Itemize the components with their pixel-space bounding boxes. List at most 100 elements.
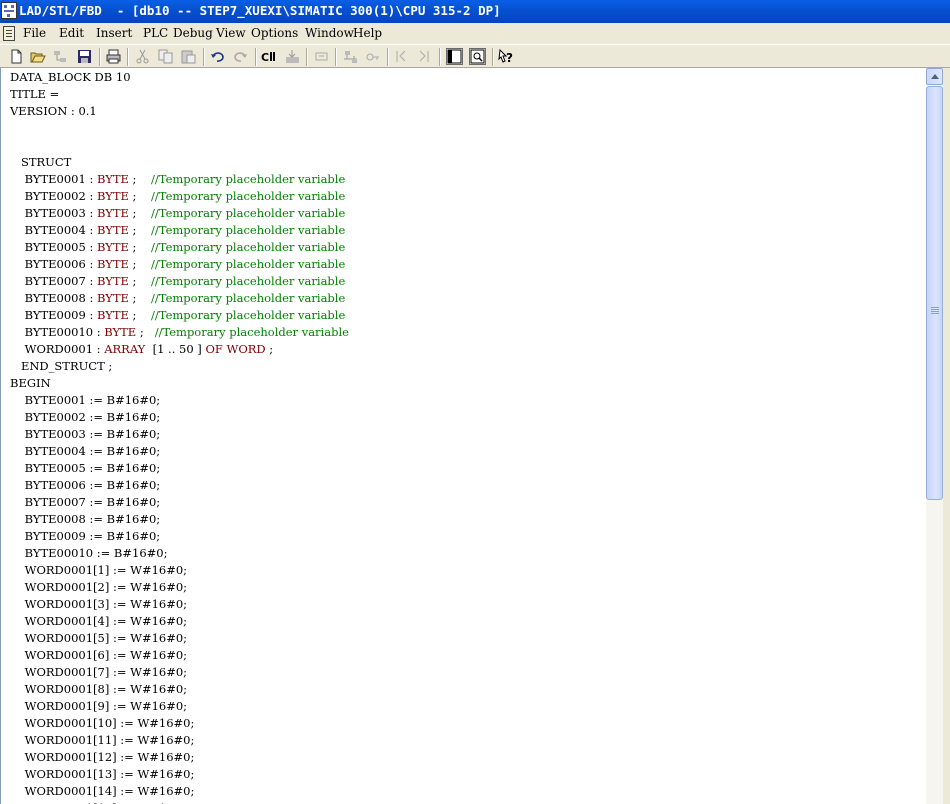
paste-icon[interactable] xyxy=(180,48,197,65)
code-keyword: BYTE xyxy=(96,206,129,220)
code-text: BYTE0003 := B#16#0; xyxy=(10,427,161,441)
code-line: BYTE0002 : BYTE ; //Temporary placeholde… xyxy=(10,188,346,205)
code-comment: //Temporary placeholder variable xyxy=(151,240,346,254)
code-text: WORD0001[14] := W#16#0; xyxy=(10,784,195,798)
app-icon[interactable] xyxy=(1,2,17,19)
code-text: BYTE0006 : xyxy=(10,257,97,271)
code-text: ; xyxy=(128,274,152,288)
document-icon[interactable] xyxy=(3,26,15,41)
code-comment: //Temporary placeholder variable xyxy=(151,189,346,203)
network-icon[interactable] xyxy=(342,48,359,65)
code-line: BYTE0008 : BYTE ; //Temporary placeholde… xyxy=(10,290,346,307)
code-text: ; xyxy=(128,206,152,220)
key-icon[interactable] xyxy=(364,48,381,65)
code-text: BYTE0008 : xyxy=(10,291,97,305)
menu-window[interactable]: Window xyxy=(305,26,354,40)
monitor-icon[interactable] xyxy=(313,48,330,65)
code-text: VERSION : 0.1 xyxy=(10,104,97,118)
accessible-nodes-icon[interactable] xyxy=(52,48,69,65)
save-icon[interactable] xyxy=(76,48,93,65)
menu-help[interactable]: Help xyxy=(353,26,382,40)
undo-icon[interactable] xyxy=(209,48,226,65)
code-line: BYTE0009 := B#16#0; xyxy=(10,528,161,545)
code-text: WORD0001[4] := W#16#0; xyxy=(10,614,188,628)
menu-edit[interactable]: Edit xyxy=(59,26,84,40)
menu-view[interactable]: View xyxy=(216,26,246,40)
zoom-icon[interactable] xyxy=(469,48,486,65)
code-text: WORD0001[6] := W#16#0; xyxy=(10,648,188,662)
code-text: BYTE0005 : xyxy=(10,240,97,254)
code-line: BYTE0009 : BYTE ; //Temporary placeholde… xyxy=(10,307,346,324)
code-text: BYTE0009 : xyxy=(10,308,97,322)
new-icon[interactable] xyxy=(8,48,25,65)
code-line: BYTE0001 : BYTE ; //Temporary placeholde… xyxy=(10,171,346,188)
menu-options[interactable]: Options xyxy=(251,26,298,40)
code-text: BYTE0009 := B#16#0; xyxy=(10,529,161,543)
jump-back-icon[interactable] xyxy=(393,48,410,65)
help-icon[interactable]: ? xyxy=(498,48,515,65)
menu-insert[interactable]: Insert xyxy=(96,26,132,40)
toolbar-separator xyxy=(255,48,257,66)
code-line: BEGIN xyxy=(10,375,51,392)
stl-code-editor[interactable]: DATA_BLOCK DB 10 TITLE = VERSION : 0.1 STR… xyxy=(0,68,926,804)
code-line: BYTE0004 := B#16#0; xyxy=(10,443,161,460)
code-line: WORD0001[2] := W#16#0; xyxy=(10,579,187,596)
compile-icon[interactable]: C xyxy=(261,48,278,65)
code-comment: //Temporary placeholder variable xyxy=(151,223,346,237)
code-text: BYTE0004 := B#16#0; xyxy=(10,444,161,458)
code-text: ; xyxy=(128,308,152,322)
scroll-thumb[interactable] xyxy=(926,86,943,500)
svg-text:C: C xyxy=(261,51,269,64)
toolbar-separator xyxy=(127,48,129,66)
code-line: WORD0001[4] := W#16#0; xyxy=(10,613,187,630)
code-line: WORD0001[13] := W#16#0; xyxy=(10,766,195,783)
download-icon[interactable] xyxy=(284,48,301,65)
menu-plc[interactable]: PLC xyxy=(143,26,168,40)
code-text: BYTE0003 : xyxy=(10,206,97,220)
code-text: BYTE00010 : xyxy=(10,325,105,339)
code-text: WORD0001[5] := W#16#0; xyxy=(10,631,188,645)
code-line: BYTE0004 : BYTE ; //Temporary placeholde… xyxy=(10,222,346,239)
print-icon[interactable] xyxy=(105,48,122,65)
redo-icon[interactable] xyxy=(232,48,249,65)
code-comment: //Temporary placeholder variable xyxy=(151,206,346,220)
code-line: BYTE0007 : BYTE ; //Temporary placeholde… xyxy=(10,273,346,290)
code-text: ; xyxy=(128,257,152,271)
scroll-grip-icon xyxy=(931,307,939,308)
code-text: WORD0001[13] := W#16#0; xyxy=(10,767,195,781)
menu-debug[interactable]: Debug xyxy=(173,26,213,40)
code-keyword: BYTE xyxy=(96,257,129,271)
copy-icon[interactable] xyxy=(157,48,174,65)
jump-forward-icon[interactable] xyxy=(415,48,432,65)
code-line: WORD0001[15] := W#16#0; xyxy=(10,800,195,804)
menu-file[interactable]: File xyxy=(23,26,46,40)
code-text: BYTE0007 := B#16#0; xyxy=(10,495,161,509)
code-comment: //Temporary placeholder variable xyxy=(154,325,349,339)
scroll-up-button[interactable] xyxy=(926,68,943,85)
code-keyword: BYTE xyxy=(96,274,129,288)
code-text: BYTE0001 := B#16#0; xyxy=(10,393,161,407)
code-keyword: ARRAY xyxy=(104,342,146,356)
vertical-scrollbar[interactable] xyxy=(926,68,943,804)
code-line: WORD0001[8] := W#16#0; xyxy=(10,681,187,698)
code-text: WORD0001[8] := W#16#0; xyxy=(10,682,188,696)
code-text: WORD0001[7] := W#16#0; xyxy=(10,665,188,679)
code-line: BYTE0006 := B#16#0; xyxy=(10,477,161,494)
open-icon[interactable] xyxy=(29,48,46,65)
code-text: BEGIN xyxy=(10,376,51,390)
code-text: WORD0001[10] := W#16#0; xyxy=(10,716,195,730)
cut-icon[interactable] xyxy=(134,48,151,65)
code-line: WORD0001[3] := W#16#0; xyxy=(10,596,187,613)
code-line: DATA_BLOCK DB 10 xyxy=(10,69,131,86)
code-keyword: BYTE xyxy=(96,223,129,237)
window-title: LAD/STL/FBD - [db10 -- STEP7_XUEXI\SIMAT… xyxy=(19,3,501,18)
code-line: BYTE0005 : BYTE ; //Temporary placeholde… xyxy=(10,239,346,256)
overview-icon[interactable] xyxy=(446,48,463,65)
code-text: ; xyxy=(136,325,155,339)
svg-text:?: ? xyxy=(506,51,513,65)
code-text: STRUCT xyxy=(10,155,72,169)
toolbar: C ? xyxy=(0,44,950,68)
code-text: BYTE0005 := B#16#0; xyxy=(10,461,161,475)
code-text: [1 .. 50 ] xyxy=(145,342,206,356)
title-bar[interactable]: LAD/STL/FBD - [db10 -- STEP7_XUEXI\SIMAT… xyxy=(0,0,950,23)
